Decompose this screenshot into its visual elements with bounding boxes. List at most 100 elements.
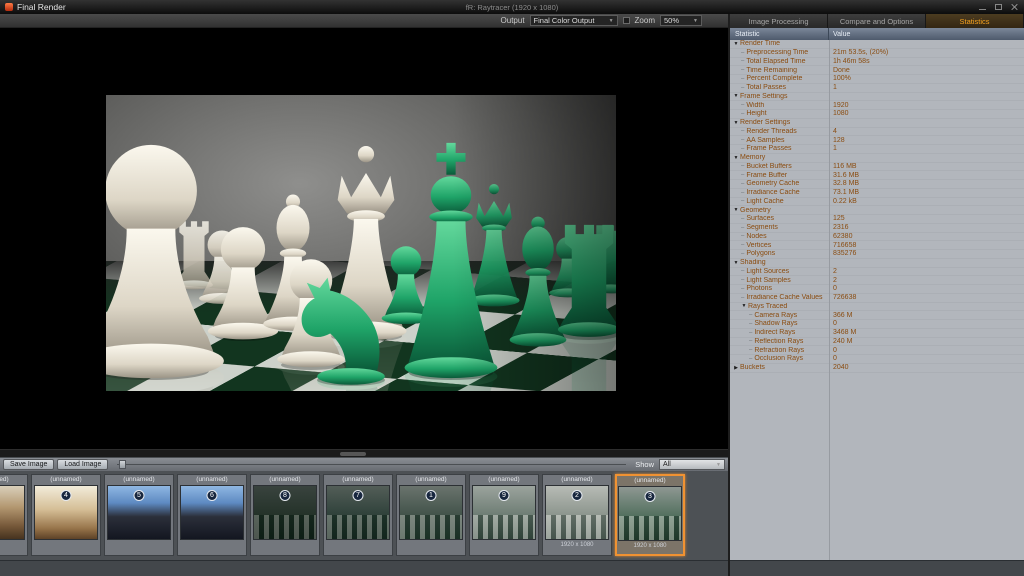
- stats-row[interactable]: –Vertices716658: [730, 241, 1024, 250]
- stat-label: Polygons: [746, 250, 775, 257]
- stats-row[interactable]: ▼Rays Traced: [730, 303, 1024, 312]
- stats-row[interactable]: ▶Buckets2040: [730, 364, 1024, 373]
- stats-row[interactable]: –Reflection Rays240 M: [730, 338, 1024, 347]
- collapse-icon[interactable]: ▼: [732, 41, 740, 47]
- horizontal-scrollbar[interactable]: [0, 449, 728, 457]
- thumbnail-image: 9: [472, 485, 536, 540]
- stats-row[interactable]: –Light Samples2: [730, 276, 1024, 285]
- stats-row[interactable]: ▼Shading: [730, 259, 1024, 268]
- stats-row[interactable]: –Occlusion Rays0: [730, 355, 1024, 364]
- slider-handle[interactable]: [119, 460, 126, 469]
- stats-row[interactable]: –Width1920: [730, 101, 1024, 110]
- output-dropdown-value: Final Color Output: [534, 16, 595, 25]
- stats-row[interactable]: –Total Passes1: [730, 84, 1024, 93]
- thumbnail-image: 5: [107, 485, 171, 540]
- stats-row[interactable]: –Height1080: [730, 110, 1024, 119]
- save-image-button[interactable]: Save Image: [3, 459, 54, 470]
- collapse-icon[interactable]: ▼: [732, 93, 740, 99]
- thumbnail[interactable]: (unnamed)9: [469, 474, 539, 556]
- stat-label: Frame Passes: [746, 145, 791, 152]
- stats-row[interactable]: –AA Samples128: [730, 136, 1024, 145]
- expand-icon[interactable]: ▶: [732, 365, 740, 371]
- thumbnail-badge: 4: [61, 490, 72, 501]
- collapse-icon[interactable]: ▼: [740, 303, 748, 309]
- stats-row[interactable]: –Light Cache0.22 kB: [730, 198, 1024, 207]
- stats-row[interactable]: –Segments2316: [730, 224, 1024, 233]
- render-image: [106, 95, 616, 391]
- scrollbar-thumb[interactable]: [340, 452, 366, 456]
- stat-label: AA Samples: [746, 137, 784, 144]
- thumbnail[interactable]: (unnamed): [0, 474, 28, 556]
- stats-row[interactable]: –Bucket Buffers116 MB: [730, 163, 1024, 172]
- load-image-button[interactable]: Load Image: [57, 459, 108, 470]
- stats-row[interactable]: –Render Threads4: [730, 128, 1024, 137]
- stats-col-statistic[interactable]: Statistic: [730, 28, 829, 40]
- stats-row[interactable]: –Shadow Rays0: [730, 320, 1024, 329]
- stats-row[interactable]: –Frame Passes1: [730, 145, 1024, 154]
- stats-row[interactable]: –Total Elapsed Time1h 46m 58s: [730, 58, 1024, 67]
- stats-row[interactable]: ▼Memory: [730, 154, 1024, 163]
- stat-value: 2: [829, 277, 837, 284]
- stat-label: Occlusion Rays: [754, 355, 803, 362]
- close-icon[interactable]: [1010, 3, 1019, 11]
- tree-tick-icon: –: [741, 216, 744, 222]
- tab-image-processing[interactable]: Image Processing: [730, 14, 828, 28]
- stats-row[interactable]: –Percent Complete100%: [730, 75, 1024, 84]
- collapse-icon[interactable]: ▼: [732, 260, 740, 266]
- stats-row[interactable]: –Light Sources2: [730, 268, 1024, 277]
- zoom-dropdown[interactable]: 50% ▼: [660, 15, 702, 26]
- show-dropdown[interactable]: All ▼: [659, 459, 725, 470]
- tab-compare-and-options[interactable]: Compare and Options: [828, 14, 926, 28]
- stats-row[interactable]: –Camera Rays366 M: [730, 311, 1024, 320]
- stats-row[interactable]: –Time RemainingDone: [730, 66, 1024, 75]
- render-viewport[interactable]: [0, 28, 728, 449]
- minimize-icon[interactable]: [978, 3, 987, 11]
- thumbnail[interactable]: (unnamed)21920 x 1080: [542, 474, 612, 556]
- stats-row[interactable]: –Irradiance Cache 73.1 MB: [730, 189, 1024, 198]
- stats-row[interactable]: –Preprocessing Time21m 53.5s, (20%): [730, 49, 1024, 58]
- stat-value: 32.8 MB: [829, 180, 859, 187]
- stat-label: Irradiance Cache: [746, 189, 799, 196]
- stat-label: Render Threads: [746, 128, 796, 135]
- titlebar[interactable]: Final Render fR: Raytracer (1920 x 1080): [0, 0, 1024, 14]
- stats-row[interactable]: ▼Geometry: [730, 206, 1024, 215]
- toolbar-checkbox[interactable]: [623, 17, 630, 24]
- stat-value: 1080: [829, 110, 849, 117]
- stats-row[interactable]: –Surfaces125: [730, 215, 1024, 224]
- thumbnail[interactable]: (unnamed)31920 x 1080: [615, 474, 685, 556]
- collapse-icon[interactable]: ▼: [732, 207, 740, 213]
- stats-row[interactable]: –Geometry Cache32.8 MB: [730, 180, 1024, 189]
- collapse-icon[interactable]: ▼: [732, 155, 740, 161]
- stat-value: 726638: [829, 294, 856, 301]
- stats-row[interactable]: –Polygons835276: [730, 250, 1024, 259]
- thumbnail[interactable]: (unnamed)1: [396, 474, 466, 556]
- thumbnail[interactable]: (unnamed)6: [177, 474, 247, 556]
- tree-tick-icon: –: [741, 233, 744, 239]
- stats-row[interactable]: ▼Render Time: [730, 40, 1024, 49]
- thumbnail-image: 1: [399, 485, 463, 540]
- tree-tick-icon: –: [741, 190, 744, 196]
- stats-row[interactable]: –Photons0: [730, 285, 1024, 294]
- tab-statistics[interactable]: Statistics: [926, 14, 1024, 28]
- stats-row[interactable]: ▼Render Settings: [730, 119, 1024, 128]
- collapse-icon[interactable]: ▼: [732, 120, 740, 126]
- tree-tick-icon: –: [741, 76, 744, 82]
- stat-value: 73.1 MB: [829, 189, 859, 196]
- stats-row[interactable]: –Nodes62380: [730, 233, 1024, 242]
- thumbnail[interactable]: (unnamed)8: [250, 474, 320, 556]
- tree-tick-icon: –: [749, 330, 752, 336]
- maximize-icon[interactable]: [994, 3, 1003, 11]
- output-dropdown[interactable]: Final Color Output ▼: [530, 15, 618, 26]
- thumbnail[interactable]: (unnamed)5: [104, 474, 174, 556]
- stat-label: Shading: [740, 259, 766, 266]
- stats-row[interactable]: –Frame Buffer31.6 MB: [730, 171, 1024, 180]
- stats-row[interactable]: –Irradiance Cache Values726638: [730, 294, 1024, 303]
- thumbnail[interactable]: (unnamed)4: [31, 474, 101, 556]
- thumbnail[interactable]: (unnamed)7: [323, 474, 393, 556]
- stats-row[interactable]: –Refraction Rays0: [730, 346, 1024, 355]
- bottom-strip: [730, 560, 1024, 576]
- stats-row[interactable]: ▼Frame Settings: [730, 93, 1024, 102]
- stats-col-value[interactable]: Value: [829, 31, 850, 38]
- tree-tick-icon: –: [741, 146, 744, 152]
- stats-row[interactable]: –Indirect Rays3468 M: [730, 329, 1024, 338]
